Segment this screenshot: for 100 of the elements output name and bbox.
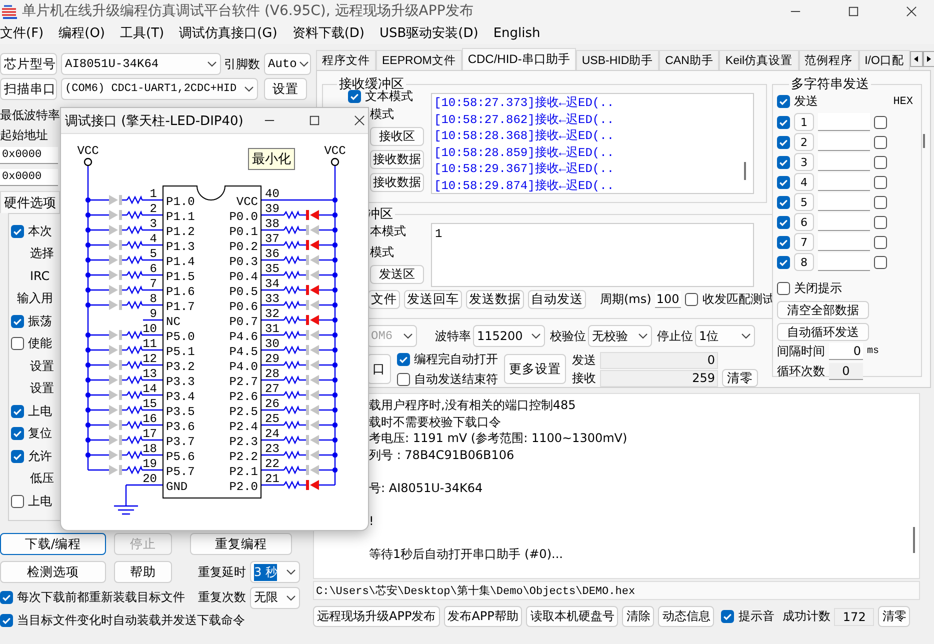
- send-number-button[interactable]: 7: [794, 233, 814, 251]
- repeat-delay-dropdown[interactable]: 3 秒: [250, 561, 300, 583]
- checkbox[interactable]: [777, 282, 790, 295]
- menu-item[interactable]: USB驱动安装(D): [379, 24, 478, 42]
- send-text-field[interactable]: 1: [431, 223, 754, 287]
- tab[interactable]: 范例程序: [798, 50, 859, 70]
- checkbox-label[interactable]: 本次: [28, 222, 52, 240]
- string-field[interactable]: [818, 213, 870, 231]
- checkbox[interactable]: [11, 427, 24, 440]
- interval-field[interactable]: 0: [829, 343, 863, 360]
- tab[interactable]: CAN助手: [659, 50, 720, 70]
- footer-button[interactable]: 发布APP帮助: [444, 606, 522, 627]
- tab[interactable]: EEPROM文件: [376, 50, 462, 70]
- period-field[interactable]: 100: [655, 291, 682, 308]
- send-number-button[interactable]: 2: [794, 133, 814, 151]
- checkbox-label[interactable]: 上电: [28, 492, 52, 510]
- checkbox[interactable]: [777, 216, 790, 228]
- menu-item[interactable]: 编程(O): [58, 24, 106, 42]
- address-field[interactable]: 0x0000: [0, 168, 58, 186]
- string-field[interactable]: [818, 113, 870, 131]
- menu-item[interactable]: 工具(T): [120, 24, 164, 42]
- checkbox[interactable]: [397, 352, 410, 366]
- send-action-button[interactable]: 文件: [368, 290, 400, 309]
- clear-all-button[interactable]: 清空全部数据: [777, 301, 869, 319]
- checkbox[interactable]: [721, 610, 734, 623]
- checkbox[interactable]: [11, 224, 24, 238]
- chip-type-button[interactable]: 芯片型号: [0, 53, 57, 75]
- checkbox[interactable]: [777, 256, 790, 268]
- checkbox[interactable]: [777, 196, 790, 208]
- sent-count-field[interactable]: 0: [600, 352, 718, 368]
- scrollbar-thumb[interactable]: [923, 134, 925, 148]
- more-settings-button[interactable]: 更多设置: [504, 354, 566, 384]
- scrollbar-thumb[interactable]: [744, 162, 746, 180]
- clear-send-button[interactable]: 发送区: [370, 265, 424, 284]
- address-field[interactable]: 0x0000: [0, 146, 58, 164]
- send-number-button[interactable]: 4: [794, 173, 814, 191]
- menu-item[interactable]: English: [493, 26, 540, 40]
- checkbox[interactable]: [874, 196, 887, 208]
- checkbox-label[interactable]: 每次下载前都重新装载目标文件: [17, 589, 185, 606]
- checkbox[interactable]: [777, 95, 790, 108]
- stop-bits-dropdown[interactable]: 1位: [695, 325, 755, 347]
- send-number-button[interactable]: 3: [794, 153, 814, 171]
- checkbox[interactable]: [11, 404, 24, 418]
- parity-dropdown[interactable]: 无校验: [588, 325, 652, 347]
- checkbox-label[interactable]: 发送: [794, 93, 818, 110]
- checkbox[interactable]: [874, 256, 887, 268]
- loop-count-field[interactable]: 0: [829, 363, 863, 380]
- string-field[interactable]: [818, 233, 870, 251]
- open-port-button[interactable]: 口: [367, 354, 391, 384]
- string-field[interactable]: [818, 253, 870, 271]
- scroll-right-button[interactable]: [922, 51, 934, 67]
- received-count-field[interactable]: 259: [600, 370, 718, 386]
- checkbox-label[interactable]: 允许: [28, 448, 52, 465]
- footer-button[interactable]: 清除: [622, 606, 654, 627]
- auto-loop-button[interactable]: 自动循环发送: [777, 323, 869, 341]
- checkbox[interactable]: [777, 156, 790, 168]
- reset-button[interactable]: 清零: [878, 606, 910, 627]
- send-action-button[interactable]: 自动发送: [528, 290, 586, 309]
- program-button[interactable]: 下载/编程: [0, 533, 106, 555]
- checkbox[interactable]: [874, 156, 887, 168]
- footer-button[interactable]: 远程现场升级APP发布: [313, 606, 440, 627]
- footer-button[interactable]: 动态信息: [658, 606, 714, 627]
- repeat-count-dropdown[interactable]: 无限: [250, 586, 300, 608]
- tab[interactable]: CDC/HID-串口助手: [462, 48, 576, 70]
- port-dropdown[interactable]: (COM6) CDC1-UART1,2CDC+HID: [61, 78, 258, 100]
- checkbox[interactable]: [777, 236, 790, 248]
- send-number-button[interactable]: 8: [794, 253, 814, 271]
- file-path-field[interactable]: C:\Users\芯安\Desktop\第十集\Demo\Objects\DEMO.hex: [313, 581, 920, 600]
- checkbox[interactable]: [777, 136, 790, 148]
- checkbox[interactable]: [0, 591, 13, 604]
- scroll-left-button[interactable]: [910, 51, 923, 67]
- checkbox[interactable]: [874, 116, 887, 128]
- checkbox-label[interactable]: 提示音: [738, 608, 774, 625]
- pin-count-dropdown[interactable]: Auto: [264, 53, 311, 75]
- tab[interactable]: 程序文件: [316, 50, 376, 70]
- checkbox[interactable]: [685, 293, 698, 306]
- checkbox-label[interactable]: 复位: [28, 425, 52, 442]
- scan-port-button[interactable]: 扫描串口: [0, 78, 57, 100]
- checkbox-label[interactable]: 使能: [28, 335, 52, 352]
- send-action-button[interactable]: 发送回车: [404, 290, 462, 309]
- checkbox-label[interactable]: 自动发送结束符: [414, 370, 498, 388]
- menu-item[interactable]: 文件(F): [0, 24, 44, 42]
- send-number-button[interactable]: 5: [794, 193, 814, 211]
- receive-button[interactable]: 接收数据: [370, 150, 424, 169]
- receive-button[interactable]: 接收数据: [370, 173, 424, 192]
- string-field[interactable]: [818, 133, 870, 151]
- checkbox-label[interactable]: 振荡: [28, 312, 52, 330]
- menu-item[interactable]: 资料下载(D): [292, 24, 364, 42]
- checkbox-label[interactable]: 当目标文件变化时自动装载并发送下载命令: [17, 612, 245, 629]
- chip-dropdown[interactable]: AI8051U-34K64: [61, 53, 221, 75]
- checkbox[interactable]: [874, 136, 887, 148]
- checkbox[interactable]: [777, 116, 790, 128]
- checkbox[interactable]: [397, 372, 410, 386]
- receive-button[interactable]: 接收区: [370, 127, 424, 146]
- checkbox-label[interactable]: 关闭提示: [794, 280, 842, 297]
- scrollbar-thumb[interactable]: [913, 527, 915, 553]
- footer-button[interactable]: 读取本机硬盘号: [526, 606, 618, 627]
- checkbox[interactable]: [348, 90, 361, 102]
- success-count-field[interactable]: 172: [834, 608, 874, 626]
- checkbox[interactable]: [11, 494, 24, 508]
